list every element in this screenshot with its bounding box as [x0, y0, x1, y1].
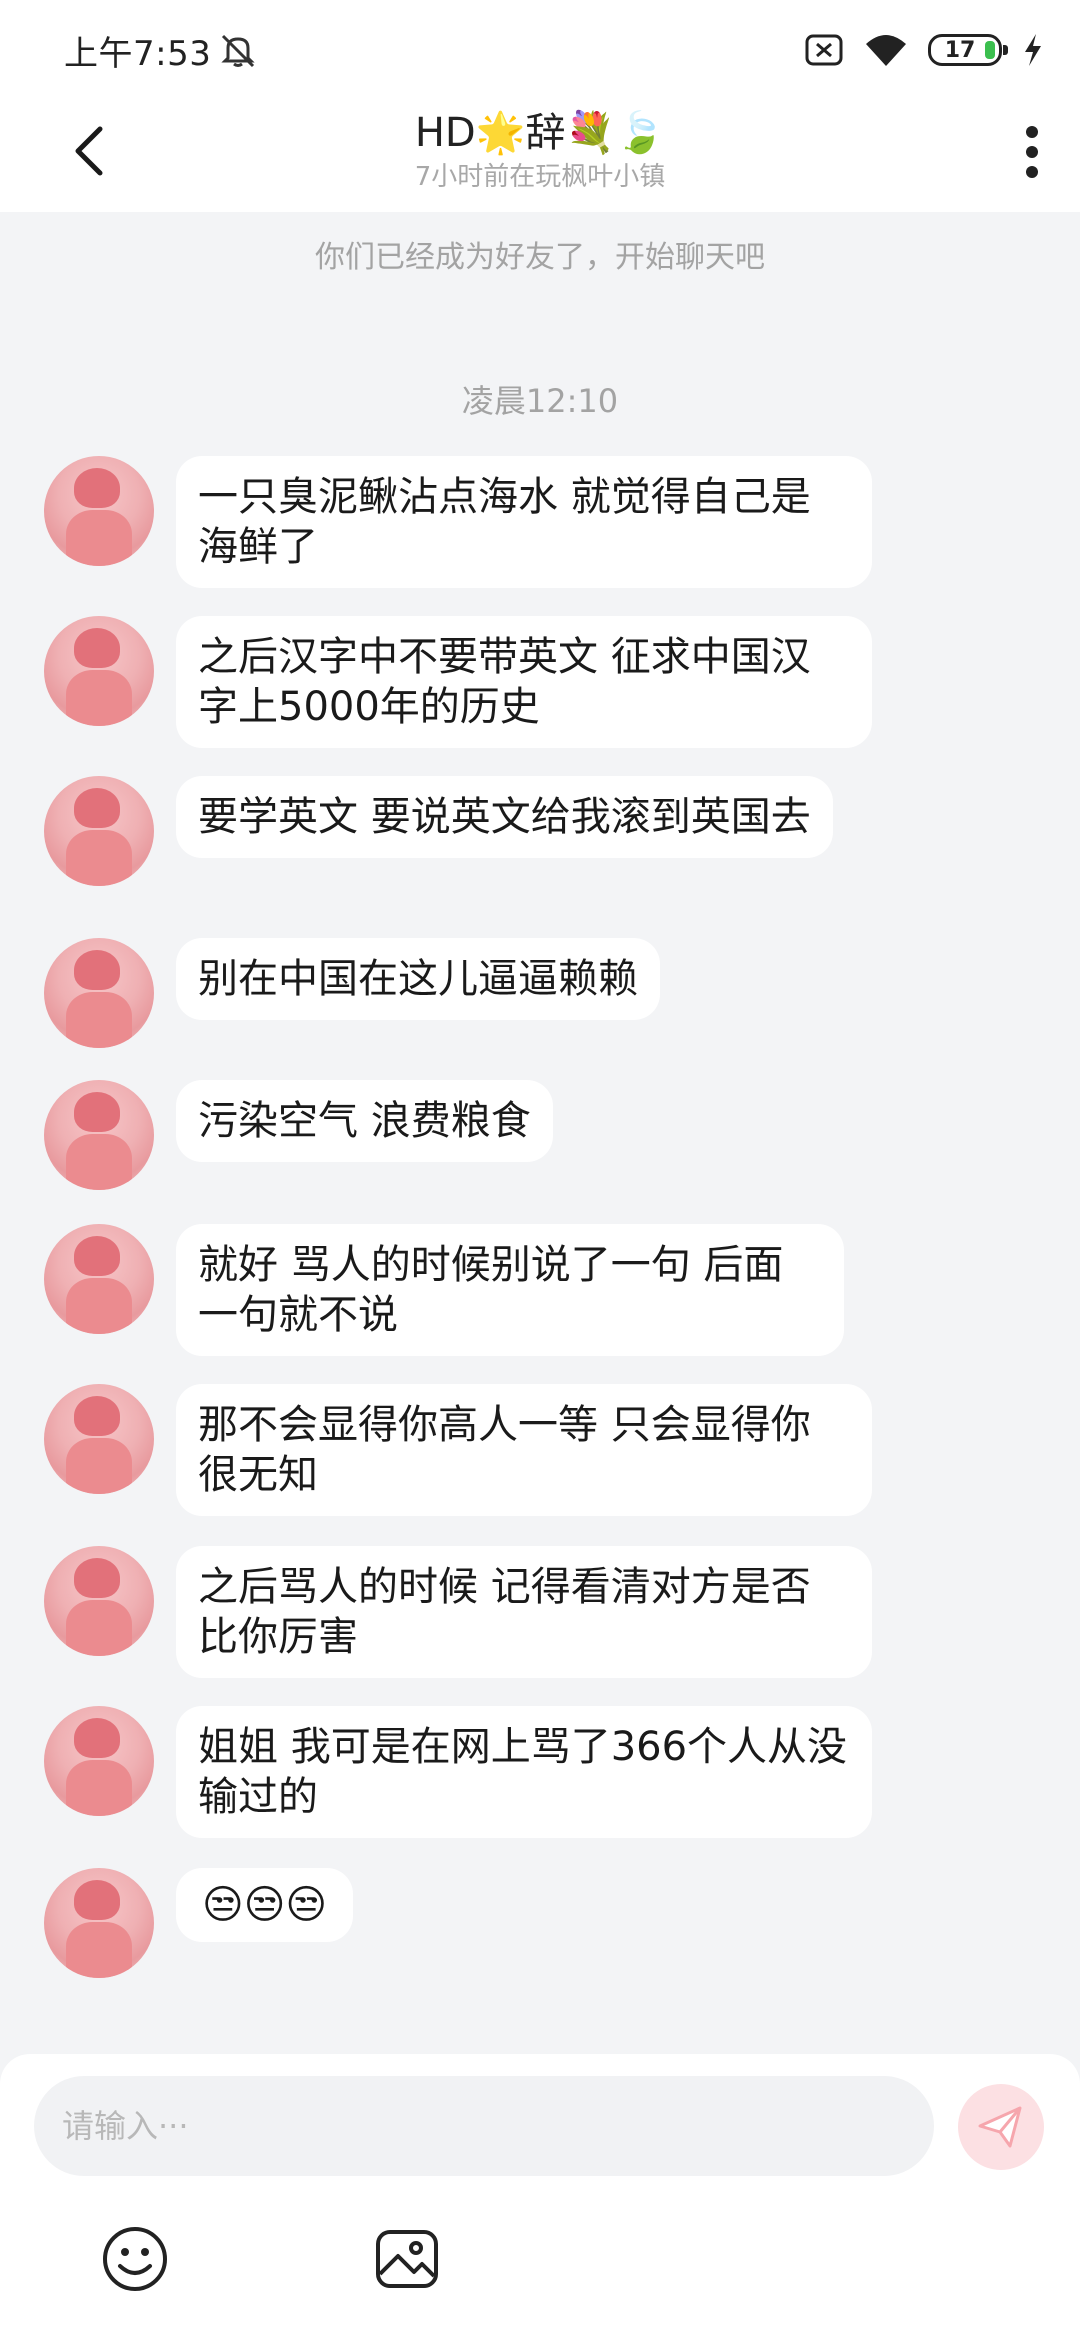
chat-title: HD🌟辞💐🍃 [414, 110, 666, 156]
message-bubble[interactable]: 污染空气 浪费粮食 [176, 1080, 553, 1162]
more-options-button[interactable] [1002, 112, 1062, 192]
avatar[interactable] [44, 1224, 154, 1334]
message-timestamp: 凌晨12:10 [461, 382, 619, 420]
image-icon[interactable] [372, 2224, 442, 2294]
message-input[interactable] [34, 2076, 934, 2176]
avatar[interactable] [44, 1546, 154, 1656]
message-bubble[interactable]: 😒😒😒 [176, 1868, 354, 1942]
avatar[interactable] [44, 1384, 154, 1494]
avatar[interactable] [44, 456, 154, 566]
status-icons: 17 [804, 28, 1044, 72]
no-sim-icon [805, 34, 843, 66]
battery-level: 17 [944, 37, 976, 63]
battery-indicator: 17 [928, 34, 1008, 66]
avatar[interactable] [44, 616, 154, 726]
composer-panel [0, 2054, 1080, 2340]
message-bubble[interactable]: 就好 骂人的时候别说了一句 后面一句就不说 [176, 1224, 844, 1356]
chat-screen: 上午7:53 17 HD🌟辞💐🍃 7小时前在玩枫叶小镇 你们已经成为好友了，开始… [0, 0, 1080, 2340]
message-bubble[interactable]: 要学英文 要说英文给我滚到英国去 [176, 776, 833, 858]
silent-mode-icon [221, 34, 255, 68]
more-vertical-icon [1026, 126, 1038, 178]
message-bubble[interactable]: 一只臭泥鳅沾点海水 就觉得自己是海鲜了 [176, 456, 872, 588]
emoji-icon[interactable] [100, 2224, 170, 2294]
charging-icon [1025, 34, 1041, 66]
nav-bar: HD🌟辞💐🍃 7小时前在玩枫叶小镇 [0, 96, 1080, 212]
chat-subtitle: 7小时前在玩枫叶小镇 [414, 162, 666, 192]
send-icon [978, 2106, 1022, 2148]
message-bubble[interactable]: 之后骂人的时候 记得看清对方是否比你厉害 [176, 1546, 872, 1678]
message-bubble[interactable]: 之后汉字中不要带英文 征求中国汉字上5000年的历史 [176, 616, 872, 748]
avatar[interactable] [44, 1706, 154, 1816]
top-bar: 上午7:53 17 HD🌟辞💐🍃 7小时前在玩枫叶小镇 [0, 0, 1080, 212]
avatar[interactable] [44, 776, 154, 886]
avatar[interactable] [44, 1080, 154, 1190]
avatar[interactable] [44, 1868, 154, 1978]
status-time: 上午7:53 [64, 34, 212, 74]
message-bubble[interactable]: 姐姐 我可是在网上骂了366个人从没输过的 [176, 1706, 872, 1838]
friend-added-note: 你们已经成为好友了，开始聊天吧 [315, 240, 765, 275]
send-button[interactable] [958, 2084, 1044, 2170]
message-bubble[interactable]: 那不会显得你高人一等 只会显得你很无知 [176, 1384, 872, 1516]
avatar[interactable] [44, 938, 154, 1048]
wifi-icon [866, 35, 906, 66]
message-bubble[interactable]: 别在中国在这儿逼逼赖赖 [176, 938, 660, 1020]
status-bar: 上午7:53 17 [0, 0, 1080, 96]
